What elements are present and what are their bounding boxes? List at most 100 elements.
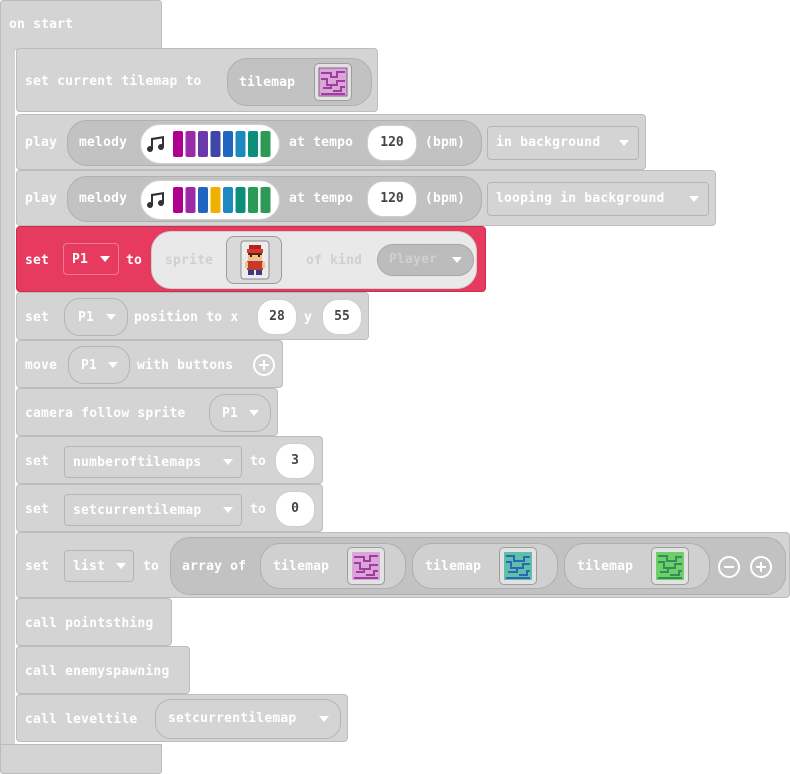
pink-maze-tilemap-icon[interactable]	[347, 547, 385, 585]
melody-note	[185, 187, 196, 213]
melody-editor[interactable]	[140, 124, 280, 164]
melody-reporter[interactable]: melody at tempo 120 (bpm)	[67, 176, 482, 222]
sprite-label: sprite	[165, 253, 214, 268]
tilemap-reporter-label: tilemap	[239, 75, 296, 90]
bpm-label: (bpm)	[425, 191, 466, 206]
call-label: call leveltile	[25, 712, 138, 727]
play-melody-looping-block[interactable]: play melody at tempo 120 (bpm) looping i…	[16, 170, 716, 226]
on-start-spine	[0, 46, 15, 772]
tilemap-label: tilemap	[273, 559, 330, 574]
variable-label: P1	[78, 310, 95, 325]
tilemap-reporter[interactable]: tilemap	[227, 58, 372, 106]
melody-note	[210, 131, 221, 157]
sprite-reporter[interactable]: sprite of kind Player	[151, 231, 477, 289]
pink-maze-tilemap-icon[interactable]	[314, 63, 352, 101]
chevron-down-icon	[116, 563, 126, 569]
set-numberoftilemaps-block[interactable]: set numberoftilemaps to 3	[16, 436, 323, 484]
array-reporter[interactable]: array of tilemap tilemap tilemap	[170, 537, 786, 595]
call-label: call pointsthing	[25, 616, 154, 631]
play-melody-block[interactable]: play melody at tempo 120 (bpm) in backgr…	[16, 114, 646, 170]
move-with-buttons-block[interactable]: move P1 with buttons	[16, 340, 283, 388]
set-current-tilemap-block[interactable]: set current tilemap to tilemap	[16, 48, 378, 112]
add-argument-icon[interactable]	[253, 354, 275, 376]
music-note-icon	[147, 136, 165, 153]
to-label: to	[143, 559, 160, 574]
tilemap-label: tilemap	[577, 559, 634, 574]
melody-note	[198, 187, 208, 213]
set-setcurrentilemap-block[interactable]: set setcurrentilemap to 0	[16, 484, 323, 532]
chevron-down-icon	[100, 256, 110, 262]
x-input[interactable]: 28	[257, 299, 297, 335]
melody-note	[198, 131, 208, 157]
melody-note	[210, 187, 221, 213]
chevron-down-icon	[689, 196, 699, 202]
variable-dropdown[interactable]: setcurrentilemap	[155, 699, 341, 739]
variable-dropdown[interactable]: P1	[209, 394, 271, 432]
melody-note	[260, 131, 271, 157]
array-of-label: array of	[182, 559, 247, 574]
variable-label: setcurrentilemap	[168, 711, 297, 726]
variable-label: numberoftilemaps	[73, 455, 202, 470]
set-current-tilemap-label: set current tilemap to	[25, 74, 202, 89]
camera-follow-block[interactable]: camera follow sprite P1	[16, 388, 278, 436]
melody-note	[223, 131, 233, 157]
with-buttons-label: with buttons	[137, 358, 234, 373]
bpm-label: (bpm)	[425, 135, 466, 150]
chevron-down-icon	[223, 459, 233, 465]
variable-label: P1	[72, 252, 89, 267]
set-sprite-block[interactable]: set P1 to sprite of kind Player	[16, 226, 486, 292]
chevron-down-icon	[319, 716, 329, 722]
value-input[interactable]: 0	[275, 491, 315, 527]
position-label: position to x	[134, 310, 239, 325]
set-position-block[interactable]: set P1 position to x 28 y 55	[16, 292, 369, 340]
melody-note	[260, 187, 271, 213]
variable-label: P1	[81, 358, 98, 373]
chevron-down-icon	[619, 140, 629, 146]
tilemap-reporter[interactable]: tilemap	[564, 543, 710, 589]
call-label: call enemyspawning	[25, 664, 170, 679]
melody-note	[173, 187, 183, 213]
melody-note	[235, 131, 246, 157]
kind-dropdown[interactable]: Player	[377, 244, 474, 276]
tilemap-reporter[interactable]: tilemap	[412, 543, 558, 589]
tempo-input[interactable]: 120	[367, 125, 417, 161]
melody-note	[248, 131, 258, 157]
call-enemyspawning-block[interactable]: call enemyspawning	[16, 646, 190, 694]
value-input[interactable]: 3	[275, 443, 315, 479]
set-label: set	[25, 253, 50, 268]
teal-maze-tilemap-icon[interactable]	[499, 547, 537, 585]
play-mode-dropdown[interactable]: in background	[487, 126, 639, 160]
melody-note	[248, 187, 258, 213]
melody-notes	[173, 131, 271, 157]
camera-follow-label: camera follow sprite	[25, 406, 186, 421]
variable-label: setcurrentilemap	[73, 503, 202, 518]
play-mode-label: in background	[496, 135, 601, 150]
variable-dropdown[interactable]: numberoftilemaps	[64, 446, 242, 478]
melody-editor[interactable]	[140, 180, 280, 220]
variable-dropdown[interactable]: setcurrentilemap	[64, 494, 242, 526]
variable-dropdown[interactable]: list	[64, 550, 134, 582]
to-label: to	[250, 454, 267, 469]
variable-dropdown[interactable]: P1	[63, 243, 119, 275]
of-kind-label: of kind	[306, 253, 363, 268]
chevron-down-icon	[223, 507, 233, 513]
chevron-down-icon	[452, 257, 462, 263]
melody-reporter[interactable]: melody at tempo 120 (bpm)	[67, 120, 482, 166]
set-list-block[interactable]: set list to array of tilemap tilemap til…	[16, 532, 790, 598]
melody-note	[235, 187, 246, 213]
green-maze-tilemap-icon[interactable]	[651, 547, 689, 585]
y-input[interactable]: 55	[322, 299, 362, 335]
player-sprite-icon[interactable]	[226, 236, 282, 284]
variable-dropdown[interactable]: P1	[64, 298, 128, 336]
tilemap-reporter[interactable]: tilemap	[260, 543, 406, 589]
add-item-icon[interactable]	[750, 556, 772, 578]
call-pointsthing-block[interactable]: call pointsthing	[16, 598, 172, 646]
variable-dropdown[interactable]: P1	[68, 346, 130, 384]
tempo-input[interactable]: 120	[367, 181, 417, 217]
remove-item-icon[interactable]	[718, 556, 740, 578]
on-start-event-block[interactable]: on start	[0, 0, 162, 50]
play-mode-dropdown[interactable]: looping in background	[487, 182, 709, 216]
variable-label: P1	[222, 406, 239, 421]
call-leveltile-block[interactable]: call leveltile setcurrentilemap	[16, 694, 348, 742]
to-label: to	[250, 502, 267, 517]
